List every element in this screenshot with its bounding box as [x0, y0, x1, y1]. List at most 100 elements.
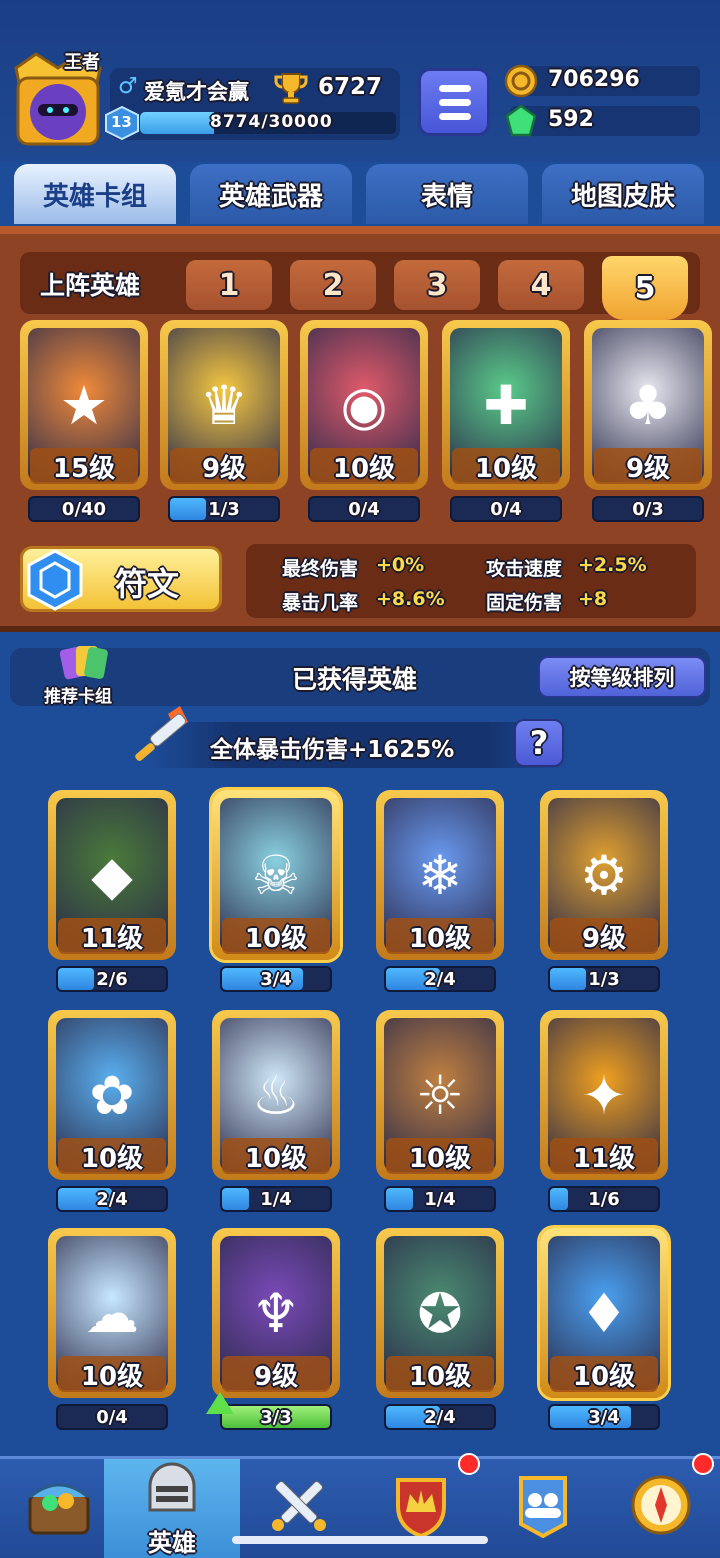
- hero-card-progress: 1/6: [548, 1186, 660, 1212]
- hero-level: 10级: [58, 1356, 166, 1392]
- gender-icon: ♂: [118, 74, 138, 99]
- progress-text: 3/4: [260, 968, 292, 990]
- hero-card-progress: 1/3: [548, 966, 660, 992]
- gem-icon: [504, 104, 538, 142]
- hero-card-progress: 0/4: [450, 496, 562, 522]
- level-badge: 13: [104, 105, 140, 141]
- hero-level: 10级: [222, 1138, 330, 1174]
- coin-icon: [504, 64, 538, 102]
- nav-shop[interactable]: [0, 1459, 118, 1558]
- hero-frame: ✦ 11级: [540, 1010, 668, 1180]
- progress-text: 0/4: [96, 1406, 128, 1428]
- owned-hero-card[interactable]: ☼ 10级 1/4: [376, 1010, 504, 1212]
- help-button[interactable]: ?: [514, 719, 564, 767]
- nav-heroes-label: 英雄: [148, 1529, 196, 1557]
- treasure-chest-icon: [24, 1473, 94, 1548]
- hero-frame: ⚙ 9级: [540, 790, 668, 960]
- tab-bar: 英雄卡组 英雄武器 表情 地图皮肤: [0, 160, 720, 226]
- owned-hero-card[interactable]: ♆ 9级 3/3: [206, 1228, 340, 1430]
- deck-5-button[interactable]: 5: [602, 256, 688, 320]
- hero-frame: ◆ 11级: [48, 790, 176, 960]
- deck-2-button[interactable]: 2: [290, 260, 376, 310]
- hero-card-progress: 2/4: [384, 966, 496, 992]
- hero-frame: ♦ 10级: [540, 1228, 668, 1398]
- crit-bonus-text: 全体暴击伤害+1625%: [210, 737, 455, 763]
- hero-card-progress: 2/6: [56, 966, 168, 992]
- owned-hero-card[interactable]: ❄ 10级 2/4: [376, 790, 504, 992]
- trophy-count: 6727: [318, 74, 383, 100]
- hero-level: 9级: [222, 1356, 330, 1392]
- hero-frame: ♆ 9级: [212, 1228, 340, 1398]
- hero-level: 10级: [386, 1356, 494, 1392]
- tab-hero-deck[interactable]: 英雄卡组: [14, 164, 176, 224]
- hero-card-progress: 3/4: [220, 966, 332, 992]
- recommend-deck-icon[interactable]: [58, 642, 110, 686]
- hero-card-progress: 2/4: [56, 1186, 168, 1212]
- hero-frame: ✪ 10级: [376, 1228, 504, 1398]
- rune-stats-panel: 最终伤害 +0% 攻击速度 +2.5% 暴击几率 +8.6% 固定伤害 +8: [246, 544, 696, 618]
- progress-text: 2/4: [424, 968, 456, 990]
- owned-hero-card[interactable]: ☠ 10级 3/4: [212, 790, 340, 992]
- hero-card-progress: 3/3: [220, 1404, 332, 1430]
- hero-frame: ♛ 9级: [160, 320, 288, 490]
- sword-icon: [128, 704, 208, 778]
- progress-text: 3/3: [260, 1406, 292, 1428]
- owned-hero-card[interactable]: ⚙ 9级 1/3: [540, 790, 668, 992]
- lineup-hero-card[interactable]: ◉ 10级 0/4: [300, 320, 428, 522]
- progress-text: 0/40: [61, 498, 107, 520]
- knight-helmet-icon: [142, 1462, 202, 1527]
- notification-dot: [692, 1453, 714, 1475]
- lineup-hero-card[interactable]: ♛ 9级 1/3: [160, 320, 288, 522]
- menu-button[interactable]: [418, 68, 490, 136]
- hero-card-progress: 1/4: [220, 1186, 332, 1212]
- rune-button[interactable]: 符文: [20, 546, 222, 612]
- sort-by-level-button[interactable]: 按等级排列: [538, 656, 706, 698]
- hero-card-progress: 1/3: [168, 496, 280, 522]
- player-name: 爱氪才会赢: [144, 80, 249, 104]
- owned-hero-card[interactable]: ☁ 10级 0/4: [48, 1228, 176, 1430]
- hero-level: 11级: [550, 1138, 658, 1174]
- lineup-hero-card[interactable]: ♣ 9级 0/3: [584, 320, 712, 522]
- hero-card-progress: 2/4: [384, 1404, 496, 1430]
- hero-frame: ✿ 10级: [48, 1010, 176, 1180]
- tab-emotes[interactable]: 表情: [366, 164, 528, 224]
- stat-attack-speed-value: +2.5%: [578, 554, 647, 576]
- deck-3-button[interactable]: 3: [394, 260, 480, 310]
- hero-level: 10级: [58, 1138, 166, 1174]
- owned-hero-card[interactable]: ✿ 10级 2/4: [48, 1010, 176, 1212]
- nav-explore[interactable]: [602, 1453, 720, 1558]
- recommend-deck-label[interactable]: 推荐卡组: [44, 682, 112, 707]
- progress-text: 2/4: [424, 1406, 456, 1428]
- nav-social[interactable]: [484, 1459, 602, 1558]
- deck-4-button[interactable]: 4: [498, 260, 584, 310]
- player-avatar[interactable]: 王者: [6, 48, 110, 148]
- owned-hero-card[interactable]: ◆ 11级 2/6: [48, 790, 176, 992]
- hero-card-progress: 0/40: [28, 496, 140, 522]
- player-level: 13: [111, 113, 132, 131]
- notification-dot: [458, 1453, 480, 1475]
- lineup-hero-card[interactable]: ★ 15级 0/40: [20, 320, 148, 522]
- tab-map-skins[interactable]: 地图皮肤: [542, 164, 704, 224]
- player-info-panel: ♂ 爱氪才会赢 6727 8774/30000 13: [105, 68, 400, 141]
- owned-hero-card[interactable]: ✦ 11级 1/6: [540, 1010, 668, 1212]
- progress-text: 1/3: [588, 968, 620, 990]
- owned-hero-card[interactable]: ♨ 10级 1/4: [212, 1010, 340, 1212]
- stat-crit-rate-value: +8.6%: [376, 588, 445, 610]
- hero-level: 10级: [222, 918, 330, 954]
- lineup-hero-card[interactable]: ✚ 10级 0/4: [442, 320, 570, 522]
- hero-level: 9级: [170, 448, 278, 484]
- owned-hero-card[interactable]: ✪ 10级 2/4: [376, 1228, 504, 1430]
- hero-level: 9级: [594, 448, 702, 484]
- hero-card-progress: 0/4: [308, 496, 420, 522]
- upgrade-arrow-icon[interactable]: [206, 1392, 234, 1414]
- nav-heroes[interactable]: 英雄: [104, 1459, 240, 1558]
- tab-hero-weapons[interactable]: 英雄武器: [190, 164, 352, 224]
- progress-text: 0/3: [632, 498, 664, 520]
- hero-frame: ❄ 10级: [376, 790, 504, 960]
- friends-banner-icon: [511, 1472, 575, 1549]
- deck-1-button[interactable]: 1: [186, 260, 272, 310]
- progress-text: 2/6: [96, 968, 128, 990]
- owned-hero-card[interactable]: ♦ 10级 3/4: [540, 1228, 668, 1430]
- progress-text: 1/4: [260, 1188, 292, 1210]
- hero-level: 10级: [386, 918, 494, 954]
